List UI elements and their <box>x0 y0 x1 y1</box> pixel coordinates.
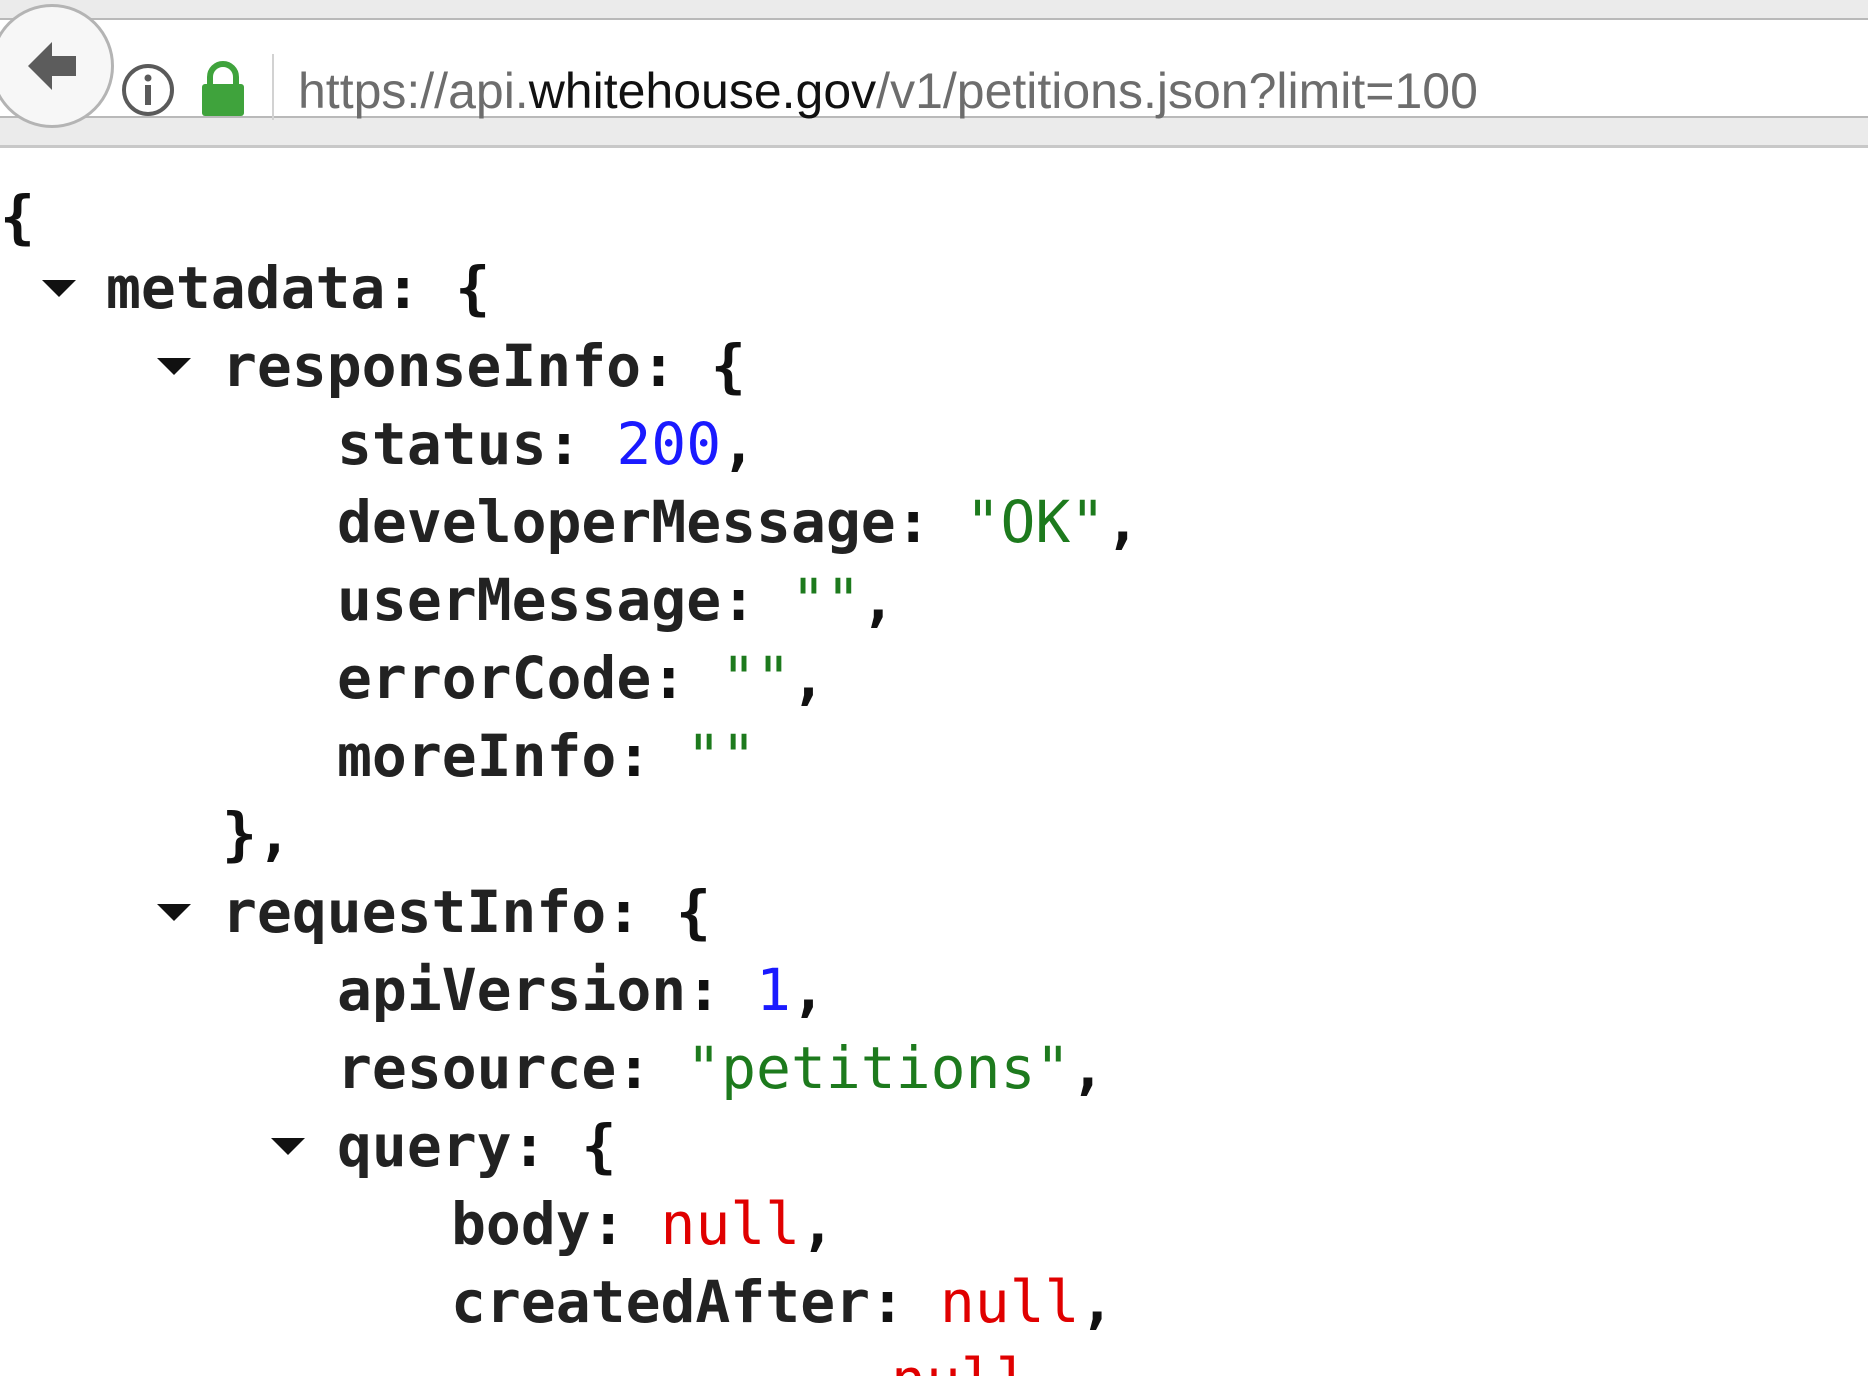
key-userMessage: userMessage <box>337 566 722 634</box>
key-resource: resource <box>337 1034 617 1102</box>
value-moreInfo: "" <box>686 722 757 790</box>
key-responseInfo: responseInfo <box>222 332 642 400</box>
key-errorCode: errorCode <box>337 644 652 712</box>
key-body: body <box>451 1190 591 1258</box>
value-body: null <box>660 1190 801 1258</box>
json-row-errorCode: errorCode: "", <box>337 644 826 712</box>
url-text[interactable]: https://api.whitehouse.gov/v1/petitions.… <box>298 56 1478 126</box>
value-errorCode: "" <box>721 644 791 712</box>
json-row-partial: null <box>451 1341 1031 1376</box>
key-metadata: metadata <box>106 254 386 322</box>
json-row-query: query: { <box>337 1112 617 1180</box>
url-host: whitehouse.gov <box>528 63 877 119</box>
toggle-responseInfo[interactable] <box>157 358 191 375</box>
toggle-metadata[interactable] <box>42 280 76 297</box>
lock-icon[interactable] <box>198 60 248 118</box>
key-developerMessage: developerMessage <box>337 488 896 556</box>
url-prefix: https://api. <box>298 63 529 119</box>
json-row-createdAfter: createdAfter: null, <box>451 1268 1115 1336</box>
key-query: query <box>337 1112 512 1180</box>
json-row-moreInfo: moreInfo: "" <box>337 722 757 790</box>
json-row-developerMessage: developerMessage: "OK", <box>337 488 1141 556</box>
key-createdAfter: createdAfter <box>451 1268 871 1336</box>
info-icon[interactable] <box>120 62 176 118</box>
value-developerMessage: "OK" <box>965 488 1106 556</box>
json-row-status: status: 200, <box>337 410 757 478</box>
json-row-body: body: null, <box>451 1190 836 1258</box>
url-divider <box>272 54 274 120</box>
json-row-responseInfo: responseInfo: { <box>222 332 746 400</box>
json-row-userMessage: userMessage: "", <box>337 566 896 634</box>
value-createdAfter: null <box>939 1268 1080 1336</box>
value-userMessage: "" <box>790 566 861 634</box>
value-apiVersion: 1 <box>756 956 791 1024</box>
key-apiVersion: apiVersion <box>337 956 687 1024</box>
address-bar[interactable]: https://api.whitehouse.gov/v1/petitions.… <box>0 18 1868 120</box>
key-requestInfo: requestInfo <box>222 878 607 946</box>
json-row-requestInfo: requestInfo: { <box>222 878 711 946</box>
value-resource: "petitions" <box>686 1034 1071 1102</box>
json-close-responseInfo: }, <box>222 800 292 868</box>
key-moreInfo: moreInfo <box>337 722 617 790</box>
back-arrow-icon <box>28 42 76 90</box>
browser-toolbar: https://api.whitehouse.gov/v1/petitions.… <box>0 0 1868 148</box>
toggle-requestInfo[interactable] <box>157 904 191 921</box>
json-row-apiVersion: apiVersion: 1, <box>337 956 826 1024</box>
json-row-metadata: metadata: { <box>106 254 491 322</box>
json-open-brace: { <box>0 183 35 251</box>
json-row-resource: resource: "petitions", <box>337 1034 1106 1102</box>
value-status: 200 <box>616 410 722 478</box>
value-partial: null <box>891 1346 1031 1376</box>
key-status: status <box>337 410 547 478</box>
url-path: /v1/petitions.json?limit=100 <box>876 63 1478 119</box>
toggle-query[interactable] <box>271 1138 305 1155</box>
